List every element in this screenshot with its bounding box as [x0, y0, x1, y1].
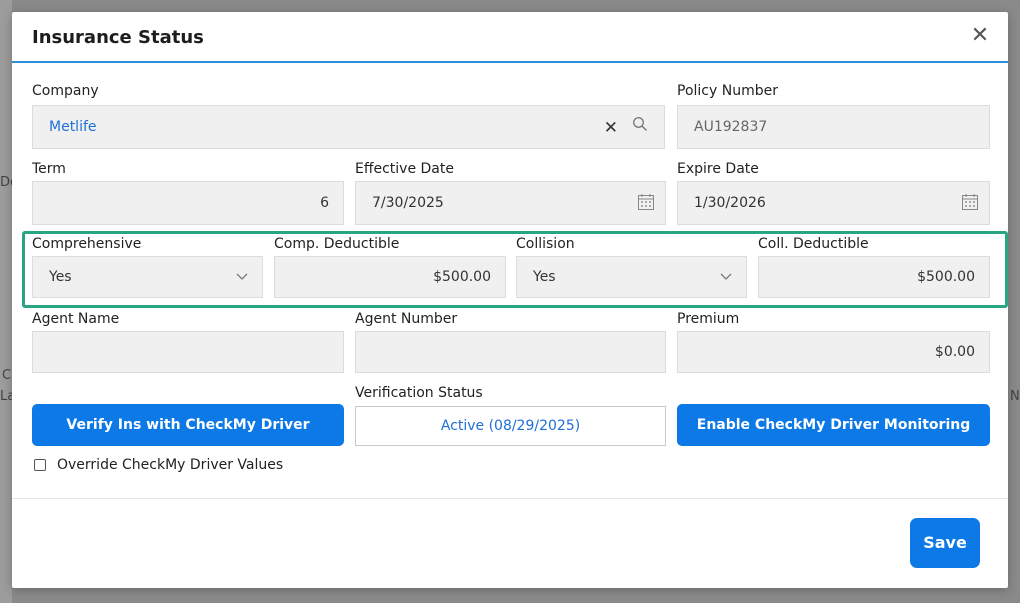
save-button[interactable]: Save [910, 518, 980, 568]
background-text: C [2, 368, 12, 383]
term-field[interactable]: 6 [32, 181, 344, 225]
comp-deductible-value: $500.00 [433, 269, 491, 285]
clear-icon[interactable]: ✕ [604, 118, 618, 138]
agent-name-field[interactable] [32, 331, 344, 373]
background-text: N [1010, 389, 1020, 404]
override-label[interactable]: Override CheckMy Driver Values [57, 457, 283, 473]
collision-select[interactable]: Yes [516, 256, 747, 298]
verify-insurance-button[interactable]: Verify Ins with CheckMy Driver [32, 404, 344, 446]
company-value: Metlife [49, 119, 97, 135]
chevron-down-icon [236, 273, 248, 280]
dialog-title: Insurance Status [32, 27, 204, 48]
coll-deductible-value: $500.00 [917, 269, 975, 285]
comprehensive-label: Comprehensive [32, 236, 142, 252]
term-value: 6 [320, 195, 329, 211]
override-checkbox[interactable] [34, 459, 46, 471]
enable-monitoring-button[interactable]: Enable CheckMy Driver Monitoring [677, 404, 990, 446]
expire-date-value: 1/30/2026 [694, 195, 766, 211]
policy-number-label: Policy Number [677, 83, 778, 99]
effective-date-label: Effective Date [355, 161, 454, 177]
footer-divider [12, 498, 1008, 499]
comp-deductible-field[interactable]: $500.00 [274, 256, 506, 298]
expire-date-field[interactable]: 1/30/2026 [677, 181, 990, 225]
calendar-icon[interactable] [961, 193, 979, 211]
verification-status-value: Active (08/29/2025) [355, 406, 666, 446]
insurance-status-dialog: Insurance Status ✕ Company Metlife ✕ Pol… [12, 12, 1008, 588]
company-field[interactable]: Metlife ✕ [32, 105, 665, 149]
coll-deductible-label: Coll. Deductible [758, 236, 869, 252]
policy-number-field[interactable]: AU192837 [677, 105, 990, 149]
coll-deductible-field[interactable]: $500.00 [758, 256, 990, 298]
comp-deductible-label: Comp. Deductible [274, 236, 400, 252]
policy-number-value: AU192837 [694, 119, 768, 135]
premium-label: Premium [677, 311, 740, 327]
comprehensive-value: Yes [49, 269, 72, 285]
agent-name-label: Agent Name [32, 311, 120, 327]
collision-value: Yes [533, 269, 556, 285]
comprehensive-select[interactable]: Yes [32, 256, 263, 298]
close-icon[interactable]: ✕ [968, 24, 992, 48]
agent-number-label: Agent Number [355, 311, 458, 327]
expire-date-label: Expire Date [677, 161, 759, 177]
background-panel [0, 0, 12, 603]
effective-date-field[interactable]: 7/30/2025 [355, 181, 666, 225]
collision-label: Collision [516, 236, 575, 252]
agent-number-field[interactable] [355, 331, 666, 373]
term-label: Term [32, 161, 66, 177]
search-icon[interactable] [632, 116, 648, 132]
premium-value: $0.00 [934, 344, 975, 360]
premium-field[interactable]: $0.00 [677, 331, 990, 373]
company-label: Company [32, 83, 99, 99]
dialog-header: Insurance Status ✕ [12, 12, 1008, 63]
chevron-down-icon [720, 273, 732, 280]
effective-date-value: 7/30/2025 [372, 195, 444, 211]
verification-status-label: Verification Status [355, 385, 483, 401]
calendar-icon[interactable] [637, 193, 655, 211]
